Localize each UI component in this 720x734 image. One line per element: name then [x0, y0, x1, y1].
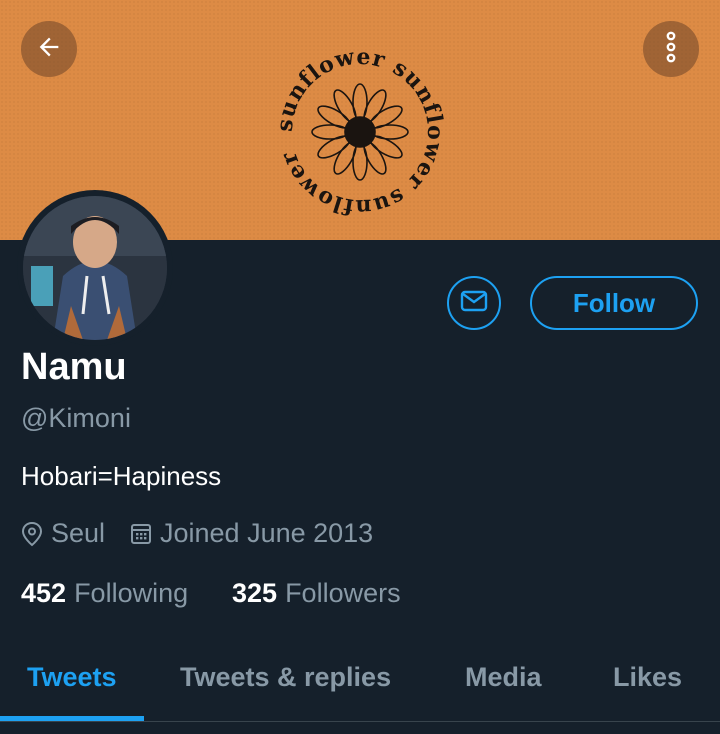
following-link[interactable]: 452 Following	[21, 578, 188, 609]
follow-button[interactable]: Follow	[530, 276, 698, 330]
tab-likes[interactable]: Likes	[613, 662, 682, 693]
sunflower-logo: sunflower sunflower sunflower	[270, 42, 450, 222]
tab-tweets-and-replies[interactable]: Tweets & replies	[180, 662, 391, 693]
tab-tweets[interactable]: Tweets	[27, 662, 117, 693]
location-pin-icon	[21, 521, 43, 547]
location-text: Seul	[51, 518, 106, 548]
tab-media[interactable]: Media	[465, 662, 542, 693]
more-vertical-icon	[661, 29, 681, 70]
calendar-icon	[130, 523, 152, 545]
joined-date: Joined June 2013	[130, 518, 373, 549]
followers-link[interactable]: 325 Followers	[232, 578, 401, 609]
profile-handle: @Kimoni	[21, 403, 131, 433]
followers-label: Followers	[285, 578, 401, 608]
avatar[interactable]	[17, 190, 173, 346]
message-button[interactable]	[447, 276, 501, 330]
arrow-left-icon	[35, 33, 63, 66]
profile-bio: Hobari=Hapiness	[21, 461, 222, 491]
location: Seul	[21, 518, 105, 549]
profile-name: Namu	[21, 346, 127, 388]
avatar-photo	[23, 196, 167, 340]
following-count: 452	[21, 578, 67, 608]
more-options-button[interactable]	[643, 21, 699, 77]
joined-text: Joined June 2013	[160, 518, 374, 548]
back-button[interactable]	[21, 21, 77, 77]
tab-divider	[0, 721, 720, 722]
followers-count: 325	[232, 578, 278, 608]
following-label: Following	[74, 578, 189, 608]
mail-icon	[460, 290, 488, 317]
